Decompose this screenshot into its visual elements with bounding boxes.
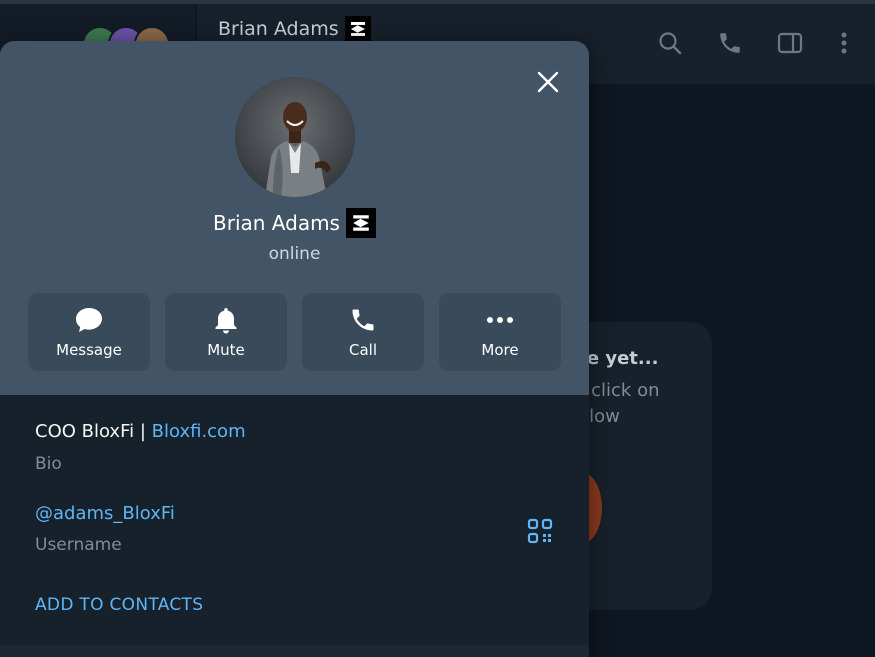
profile-name: Brian Adams <box>213 211 340 235</box>
empty-card-text: r click on <box>578 380 660 401</box>
add-to-contacts-button[interactable]: ADD TO CONTACTS <box>35 595 203 615</box>
bio-text[interactable]: COO BloxFi | Bloxfi.com <box>35 421 246 442</box>
chat-title[interactable]: Brian Adams <box>218 16 371 42</box>
profile-info-section: COO BloxFi | Bloxfi.com Bio @adams_BloxF… <box>0 395 589 657</box>
brand-badge-icon <box>344 16 371 42</box>
message-icon <box>74 305 104 335</box>
username-link[interactable]: @adams_BloxFi <box>35 503 175 524</box>
phone-icon <box>348 305 378 335</box>
bell-icon <box>211 305 241 335</box>
header-toolbar <box>655 28 875 62</box>
close-icon <box>537 71 559 93</box>
qr-code-icon[interactable] <box>526 517 554 545</box>
action-label: Message <box>56 341 122 359</box>
action-label: Call <box>348 341 377 359</box>
profile-actions: Message Mute Call More <box>28 293 561 371</box>
sidebar-toggle-icon[interactable] <box>775 28 805 58</box>
username-label: Username <box>35 535 122 555</box>
phone-icon[interactable] <box>715 28 745 58</box>
bio-label: Bio <box>35 454 62 474</box>
more-button[interactable]: More <box>439 293 561 371</box>
profile-header: Brian Adams online Message Mute Call Mor… <box>0 41 589 395</box>
brand-badge-icon <box>345 208 376 238</box>
message-button[interactable]: Message <box>28 293 150 371</box>
empty-card-title: re yet... <box>578 348 659 369</box>
bio-link[interactable]: Bloxfi.com <box>152 421 246 442</box>
mute-button[interactable]: Mute <box>165 293 287 371</box>
user-info-dialog: Brian Adams online Message Mute Call Mor… <box>0 41 589 657</box>
profile-status: online <box>268 244 321 264</box>
call-button[interactable]: Call <box>302 293 424 371</box>
chat-title-text: Brian Adams <box>218 18 339 40</box>
profile-avatar[interactable] <box>235 77 355 197</box>
profile-name-row: Brian Adams <box>0 208 589 238</box>
action-label: More <box>481 341 519 359</box>
close-button[interactable] <box>531 65 565 99</box>
more-vertical-icon[interactable] <box>829 28 859 58</box>
dialog-footer <box>0 645 589 657</box>
action-label: Mute <box>207 341 245 359</box>
bio-plain-text: COO BloxFi | <box>35 421 152 442</box>
search-icon[interactable] <box>655 28 685 58</box>
more-horizontal-icon <box>485 305 515 335</box>
